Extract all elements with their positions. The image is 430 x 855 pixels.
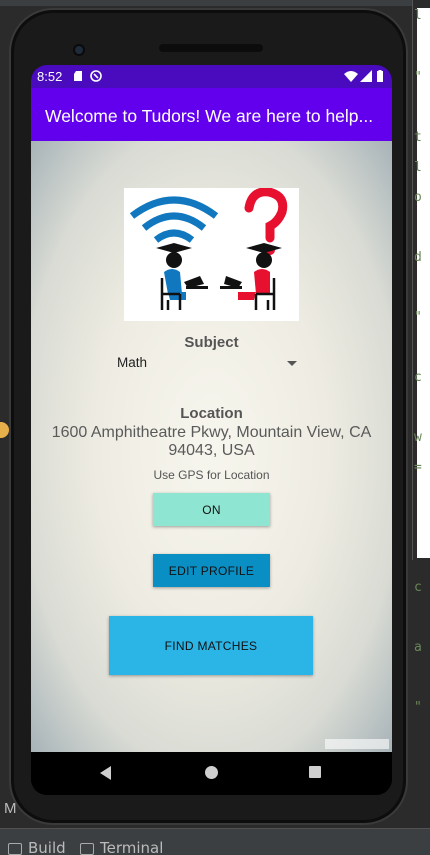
ide-warning-marker: [0, 422, 9, 438]
gps-label: Use GPS for Location: [153, 468, 270, 482]
app-logo: [124, 187, 299, 321]
tutor-student-illustration: [129, 187, 288, 310]
subject-label: Subject: [184, 334, 239, 351]
subject-dropdown[interactable]: Math: [117, 355, 297, 373]
find-matches-button[interactable]: FIND MATCHES: [109, 616, 313, 675]
phone-frame: 8:52 Welcome to Tudors! We are here to h…: [9, 8, 408, 825]
app-bar-title: Welcome to Tudors! We are here to help..…: [31, 88, 392, 141]
back-icon[interactable]: [100, 766, 111, 780]
status-bar: 8:52: [31, 65, 392, 88]
ide-bottom-toolbar: Build Terminal: [0, 828, 430, 855]
wifi-icon: [344, 71, 358, 82]
location-address: 1600 Amphitheatre Pkwy, Mountain View, C…: [51, 424, 372, 459]
earpiece-speaker: [159, 44, 263, 52]
subject-selected-value: Math: [117, 355, 148, 370]
build-tab[interactable]: Build: [8, 839, 66, 855]
front-camera: [73, 44, 85, 56]
location-label: Location: [180, 405, 243, 422]
recents-icon[interactable]: [309, 766, 321, 778]
battery-icon: [377, 70, 383, 82]
sd-card-icon: [74, 71, 82, 81]
ide-side-letter: M: [4, 800, 17, 817]
build-icon: [8, 842, 22, 855]
gps-toggle-button[interactable]: ON: [153, 493, 270, 526]
edit-profile-button[interactable]: EDIT PROFILE: [153, 554, 270, 587]
ide-code-edge: l " t l o d " c w = c a ": [414, 8, 422, 715]
system-nav-bar: [31, 752, 392, 795]
terminal-icon: [80, 842, 94, 855]
device-screen: 8:52 Welcome to Tudors! We are here to h…: [31, 65, 392, 795]
main-content: Subject Math Location 1600 Amphitheatre …: [31, 141, 392, 752]
ide-top-strip: [0, 0, 430, 6]
terminal-tab[interactable]: Terminal: [80, 839, 163, 855]
dropdown-arrow-icon: [287, 361, 297, 366]
sync-icon: [90, 70, 102, 82]
signal-icon: [360, 70, 372, 82]
image-watermark: [325, 739, 389, 749]
status-time: 8:52: [37, 69, 63, 84]
home-icon[interactable]: [205, 766, 218, 779]
